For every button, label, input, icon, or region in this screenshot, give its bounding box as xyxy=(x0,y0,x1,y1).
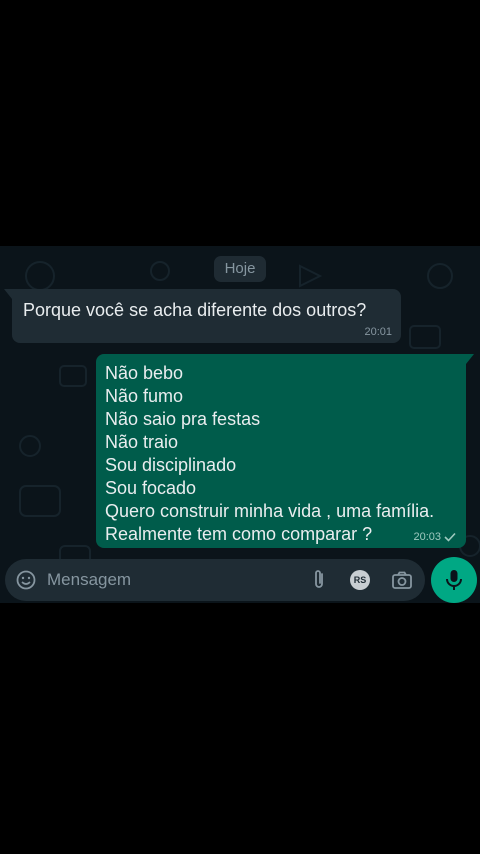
message-line: Quero construir minha vida , uma família… xyxy=(105,501,435,521)
outgoing-message-text: Não bebo Não fumo Não saio pra festas Nã… xyxy=(105,362,434,546)
message-line: Não saio pra festas xyxy=(105,409,261,429)
incoming-message-time: 20:01 xyxy=(364,326,392,338)
message-line: Sou focado xyxy=(105,478,197,498)
screen: Hoje Porque você se acha diferente dos o… xyxy=(0,0,480,854)
microphone-icon xyxy=(446,570,462,590)
message-line: Não traio xyxy=(105,432,179,452)
chat-area[interactable]: Hoje Porque você se acha diferente dos o… xyxy=(0,246,480,603)
microphone-button[interactable] xyxy=(431,557,477,603)
bubble-tail xyxy=(466,354,474,364)
camera-icon[interactable] xyxy=(391,570,413,590)
message-line: Realmente tem como comparar ? xyxy=(105,524,373,544)
message-input[interactable]: Mensagem xyxy=(47,570,131,590)
paperclip-icon[interactable] xyxy=(309,569,329,591)
outgoing-message[interactable]: Não bebo Não fumo Não saio pra festas Nã… xyxy=(96,354,474,548)
outgoing-message-time: 20:03 xyxy=(413,531,441,543)
rs-badge[interactable]: RS xyxy=(350,570,370,590)
single-check-icon xyxy=(444,532,456,542)
date-chip: Hoje xyxy=(214,256,266,282)
outgoing-message-meta: 20:03 xyxy=(413,531,456,543)
bubble-tail xyxy=(4,289,12,299)
message-line: Sou disciplinado xyxy=(105,455,237,475)
message-line: Não bebo xyxy=(105,363,184,383)
incoming-message[interactable]: Porque você se acha diferente dos outros… xyxy=(4,289,401,343)
incoming-message-text: Porque você se acha diferente dos outros… xyxy=(23,300,367,320)
emoji-icon[interactable] xyxy=(16,570,36,590)
message-line: Não fumo xyxy=(105,386,184,406)
message-composer[interactable]: Mensagem RS xyxy=(5,559,425,601)
